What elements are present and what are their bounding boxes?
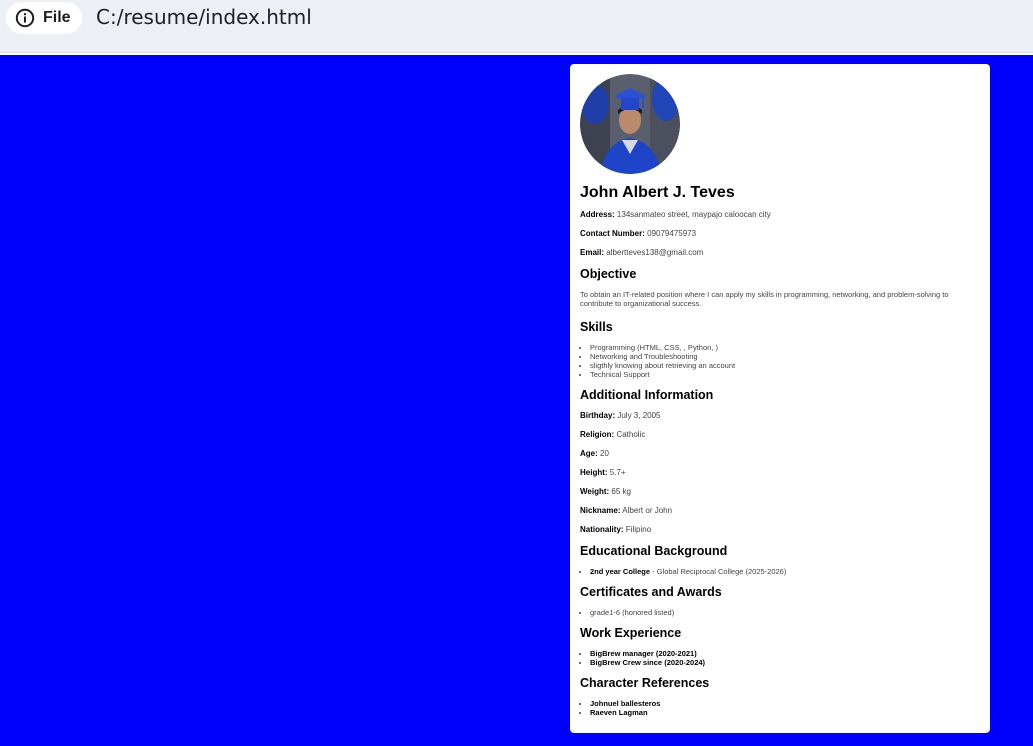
education-list: 2nd year College - Global Reciprocal Col… (580, 567, 980, 576)
contact-number-row: Contact Number: 09079475973 (580, 229, 980, 239)
education-school: - Global Reciprocal College (2025-2026) (650, 567, 787, 576)
nationality-label: Nationality: (580, 525, 624, 534)
skill-item: Networking and Troubleshooting (590, 352, 980, 361)
email-value: albertteves138@gmail.com (606, 248, 704, 257)
height-row: Height: 5.7+ (580, 468, 980, 478)
page-viewport: John Albert J. Teves Address: 134sanmate… (0, 55, 1033, 746)
nationality-value: Filipino (625, 525, 652, 534)
weight-row: Weight: 65 kg (580, 487, 980, 497)
skills-list: Programming (HTML, CSS, , Python, ) Netw… (580, 343, 980, 379)
contact-section: Address: 134sanmateo street, maypajo cal… (580, 210, 980, 258)
height-value: 5.7+ (609, 468, 626, 477)
age-label: Age: (580, 449, 598, 458)
skill-item: Technical Support (590, 370, 980, 379)
skill-item: sligthly knowing about retrieving an acc… (590, 361, 980, 370)
objective-heading: Objective (580, 267, 637, 281)
site-info-button[interactable]: File (6, 2, 82, 34)
certificates-heading: Certificates and Awards (580, 585, 722, 599)
work-experience-heading: Work Experience (580, 626, 682, 640)
certificate-item: grade1-6 (honored listed) (590, 608, 980, 617)
certificates-list: grade1-6 (honored listed) (580, 608, 980, 617)
references-heading: Character References (580, 676, 710, 690)
education-level: 2nd year College (590, 567, 651, 576)
work-item-text: BigBrew manager (2020-2021) (590, 649, 697, 658)
education-item: 2nd year College - Global Reciprocal Col… (590, 567, 980, 576)
birthday-row: Birthday: July 3, 2005 (580, 411, 980, 421)
resume-name: John Albert J. Teves (580, 184, 735, 201)
age-row: Age: 20 (580, 449, 980, 459)
weight-value: 65 kg (611, 487, 631, 496)
nationality-row: Nationality: Filipino (580, 525, 980, 535)
reference-name: Raeven Lagman (590, 708, 648, 717)
nickname-value: Albert or John (622, 506, 673, 515)
email-row: Email: albertteves138@gmail.com (580, 248, 980, 258)
religion-label: Religion: (580, 430, 615, 439)
work-experience-list: BigBrew manager (2020-2021) BigBrew Crew… (580, 649, 980, 667)
reference-item: Johnuel ballesteros (590, 699, 980, 708)
address-row: Address: 134sanmateo street, maypajo cal… (580, 210, 980, 220)
contact-number-label: Contact Number: (580, 229, 645, 238)
email-label: Email: (580, 248, 605, 257)
nickname-row: Nickname: Albert or John (580, 506, 980, 516)
additional-info-section: Birthday: July 3, 2005 Religion: Catholi… (580, 411, 980, 535)
nickname-label: Nickname: (580, 506, 621, 515)
reference-item: Raeven Lagman (590, 708, 980, 717)
age-value: 20 (600, 449, 609, 458)
weight-label: Weight: (580, 487, 610, 496)
birthday-value: July 3, 2005 (617, 411, 661, 420)
contact-number-value: 09079475973 (647, 229, 697, 238)
skill-item: Programming (HTML, CSS, , Python, ) (590, 343, 980, 352)
address-label: Address: (580, 210, 615, 219)
site-info-label: File (43, 9, 71, 26)
additional-info-heading: Additional Information (580, 388, 714, 402)
browser-toolbar: File C:/resume/index.html (0, 0, 1033, 53)
references-list: Johnuel ballesteros Raeven Lagman (580, 699, 980, 717)
profile-photo (580, 74, 680, 174)
religion-row: Religion: Catholic (580, 430, 980, 440)
height-label: Height: (580, 468, 608, 477)
reference-name: Johnuel ballesteros (590, 699, 661, 708)
work-item-text: BigBrew Crew since (2020-2024) (590, 658, 706, 667)
skills-heading: Skills (580, 320, 613, 334)
address-value: 134sanmateo street, maypajo caloocan cit… (616, 210, 771, 219)
info-icon (15, 8, 35, 28)
address-bar[interactable]: C:/resume/index.html (96, 5, 312, 29)
birthday-label: Birthday: (580, 411, 616, 420)
education-heading: Educational Background (580, 544, 728, 558)
work-item: BigBrew manager (2020-2021) (590, 649, 980, 658)
religion-value: Catholic (616, 430, 646, 439)
work-item: BigBrew Crew since (2020-2024) (590, 658, 980, 667)
objective-text: To obtain an IT-related position where I… (580, 290, 949, 308)
resume-card: John Albert J. Teves Address: 134sanmate… (570, 64, 990, 733)
